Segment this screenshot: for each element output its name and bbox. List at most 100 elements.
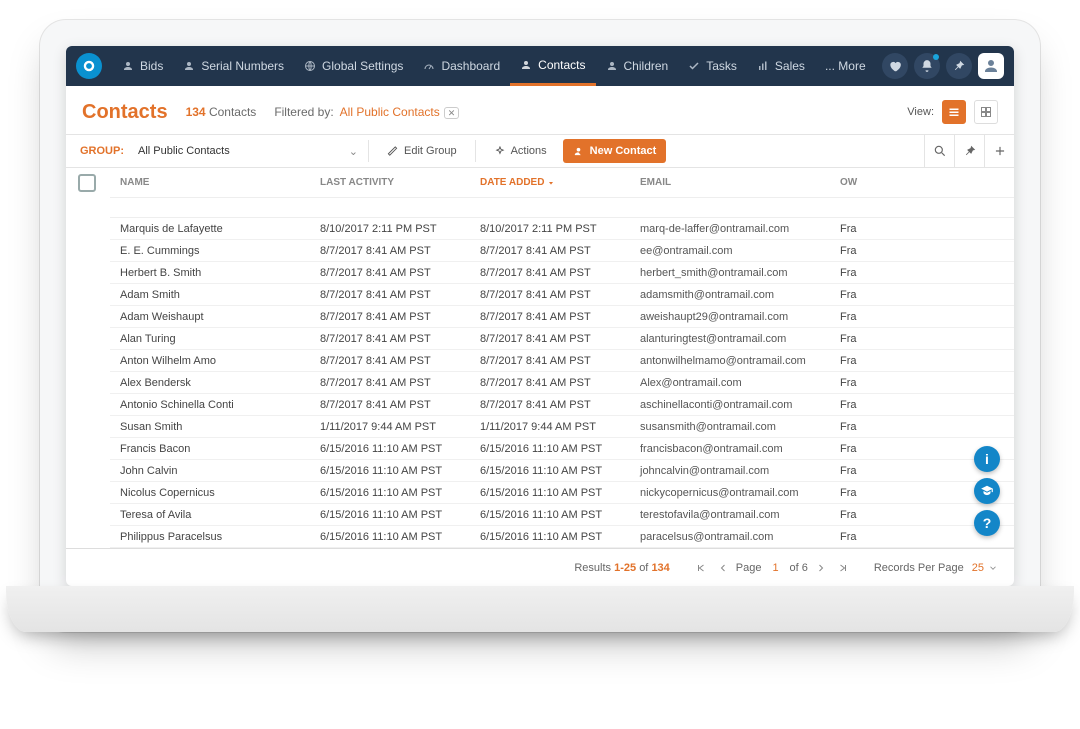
cell-last-activity: 8/7/2017 8:41 AM PST — [314, 311, 474, 323]
cell-date-added: 6/15/2016 11:10 AM PST — [474, 509, 634, 521]
select-all-checkbox[interactable] — [78, 174, 96, 192]
cell-owner: Fra — [834, 531, 874, 543]
table-row[interactable]: E. E. Cummings8/7/2017 8:41 AM PST8/7/20… — [110, 240, 1014, 262]
table-row[interactable]: John Calvin6/15/2016 11:10 AM PST6/15/20… — [110, 460, 1014, 482]
col-last-activity[interactable]: LAST ACTIVITY — [314, 177, 474, 188]
new-contact-button[interactable]: New Contact — [563, 139, 667, 163]
close-icon[interactable]: ✕ — [444, 107, 460, 119]
cell-name: Nicolus Copernicus — [114, 487, 314, 499]
contacts-table: NAME LAST ACTIVITY DATE ADDED EMAIL OW M… — [66, 168, 1014, 548]
cell-name: Marquis de Lafayette — [114, 223, 314, 235]
add-icon[interactable] — [984, 134, 1014, 168]
nav-item-contacts[interactable]: Contacts — [510, 46, 595, 86]
actions-button[interactable]: Actions — [486, 145, 555, 157]
table-row[interactable]: Marquis de Lafayette8/10/2017 2:11 PM PS… — [110, 218, 1014, 240]
cell-date-added: 8/7/2017 8:41 AM PST — [474, 355, 634, 367]
cell-owner: Fra — [834, 333, 874, 345]
filter-chip[interactable]: All Public Contacts✕ — [340, 105, 460, 119]
group-select[interactable]: All Public Contacts ⌄ — [138, 145, 358, 158]
cell-name: E. E. Cummings — [114, 245, 314, 257]
cell-date-added: 8/7/2017 8:41 AM PST — [474, 289, 634, 301]
cell-email: ee@ontramail.com — [634, 245, 834, 257]
cell-last-activity: 8/7/2017 8:41 AM PST — [314, 355, 474, 367]
cell-date-added: 6/15/2016 11:10 AM PST — [474, 531, 634, 543]
cell-name: Herbert B. Smith — [114, 267, 314, 279]
cell-date-added: 8/7/2017 8:41 AM PST — [474, 245, 634, 257]
cell-owner: Fra — [834, 377, 874, 389]
table-row[interactable]: Anton Wilhelm Amo8/7/2017 8:41 AM PST8/7… — [110, 350, 1014, 372]
cell-date-added: 1/11/2017 9:44 AM PST — [474, 421, 634, 433]
nav-item-tasks[interactable]: Tasks — [678, 46, 747, 86]
table-row[interactable]: Antonio Schinella Conti8/7/2017 8:41 AM … — [110, 394, 1014, 416]
app-logo-icon[interactable] — [76, 53, 102, 79]
nav-item--more[interactable]: ... More — [815, 46, 876, 86]
view-list-button[interactable] — [942, 100, 966, 124]
col-date-added[interactable]: DATE ADDED — [474, 177, 634, 188]
cell-date-added: 6/15/2016 11:10 AM PST — [474, 487, 634, 499]
cell-email: marq-de-laffer@ontramail.com — [634, 223, 834, 235]
col-email[interactable]: EMAIL — [634, 177, 834, 188]
table-row[interactable]: Philippus Paracelsus6/15/2016 11:10 AM P… — [110, 526, 1014, 548]
learn-fab-icon[interactable] — [974, 478, 1000, 504]
page-input[interactable]: 1 — [766, 562, 786, 574]
cell-last-activity: 1/11/2017 9:44 AM PST — [314, 421, 474, 433]
notifications-icon[interactable] — [914, 53, 940, 79]
cell-last-activity: 8/7/2017 8:41 AM PST — [314, 399, 474, 411]
cell-email: aweishaupt29@ontramail.com — [634, 311, 834, 323]
cell-email: adamsmith@ontramail.com — [634, 289, 834, 301]
nav-item-children[interactable]: Children — [596, 46, 679, 86]
edit-group-button[interactable]: Edit Group — [379, 145, 465, 157]
table-row[interactable]: Susan Smith1/11/2017 9:44 AM PST1/11/201… — [110, 416, 1014, 438]
cell-email: alanturingtest@ontramail.com — [634, 333, 834, 345]
view-label: View: — [907, 106, 934, 118]
cell-name: Adam Smith — [114, 289, 314, 301]
table-row[interactable]: Herbert B. Smith8/7/2017 8:41 AM PST8/7/… — [110, 262, 1014, 284]
pin-icon[interactable] — [946, 53, 972, 79]
prev-page-button[interactable] — [714, 559, 732, 577]
page-title: Contacts — [82, 101, 168, 124]
user-avatar[interactable] — [978, 53, 1004, 79]
nav-item-serial-numbers[interactable]: Serial Numbers — [173, 46, 294, 86]
last-page-button[interactable] — [834, 559, 852, 577]
cell-email: terestofavila@ontramail.com — [634, 509, 834, 521]
pin-icon[interactable] — [954, 134, 984, 168]
cell-last-activity: 8/7/2017 8:41 AM PST — [314, 377, 474, 389]
favorites-icon[interactable] — [882, 53, 908, 79]
table-row[interactable]: Adam Weishaupt8/7/2017 8:41 AM PST8/7/20… — [110, 306, 1014, 328]
cell-email: paracelsus@ontramail.com — [634, 531, 834, 543]
cell-date-added: 8/7/2017 8:41 AM PST — [474, 267, 634, 279]
col-owner[interactable]: OW — [834, 177, 874, 188]
cell-owner: Fra — [834, 509, 874, 521]
table-header: NAME LAST ACTIVITY DATE ADDED EMAIL OW — [110, 168, 1014, 198]
cell-last-activity: 8/7/2017 8:41 AM PST — [314, 245, 474, 257]
table-row[interactable]: Adam Smith8/7/2017 8:41 AM PST8/7/2017 8… — [110, 284, 1014, 306]
results-count: Results 1-25 of 134 — [574, 562, 669, 574]
cell-owner: Fra — [834, 289, 874, 301]
nav-item-dashboard[interactable]: Dashboard — [413, 46, 510, 86]
first-page-button[interactable] — [692, 559, 710, 577]
table-row[interactable]: Teresa of Avila6/15/2016 11:10 AM PST6/1… — [110, 504, 1014, 526]
table-row[interactable]: Nicolus Copernicus6/15/2016 11:10 AM PST… — [110, 482, 1014, 504]
nav-item-bids[interactable]: Bids — [112, 46, 173, 86]
cell-owner: Fra — [834, 355, 874, 367]
cell-last-activity: 6/15/2016 11:10 AM PST — [314, 487, 474, 499]
table-row[interactable]: Alan Turing8/7/2017 8:41 AM PST8/7/2017 … — [110, 328, 1014, 350]
info-fab-icon[interactable]: i — [974, 446, 1000, 472]
nav-item-sales[interactable]: Sales — [747, 46, 815, 86]
help-fab-icon[interactable]: ? — [974, 510, 1000, 536]
next-page-button[interactable] — [812, 559, 830, 577]
table-row[interactable]: Alex Bendersk8/7/2017 8:41 AM PST8/7/201… — [110, 372, 1014, 394]
cell-date-added: 8/10/2017 2:11 PM PST — [474, 223, 634, 235]
top-nav: BidsSerial NumbersGlobal SettingsDashboa… — [66, 46, 1014, 86]
cell-name: John Calvin — [114, 465, 314, 477]
search-icon[interactable] — [924, 134, 954, 168]
records-per-page[interactable]: Records Per Page25 — [874, 562, 998, 574]
cell-last-activity: 8/10/2017 2:11 PM PST — [314, 223, 474, 235]
cell-last-activity: 8/7/2017 8:41 AM PST — [314, 267, 474, 279]
pagination: Results 1-25 of 134 Page 1 of 6 Records … — [66, 548, 1014, 586]
table-row[interactable]: Francis Bacon6/15/2016 11:10 AM PST6/15/… — [110, 438, 1014, 460]
cell-date-added: 8/7/2017 8:41 AM PST — [474, 399, 634, 411]
nav-item-global-settings[interactable]: Global Settings — [294, 46, 413, 86]
view-card-button[interactable] — [974, 100, 998, 124]
col-name[interactable]: NAME — [114, 177, 314, 188]
